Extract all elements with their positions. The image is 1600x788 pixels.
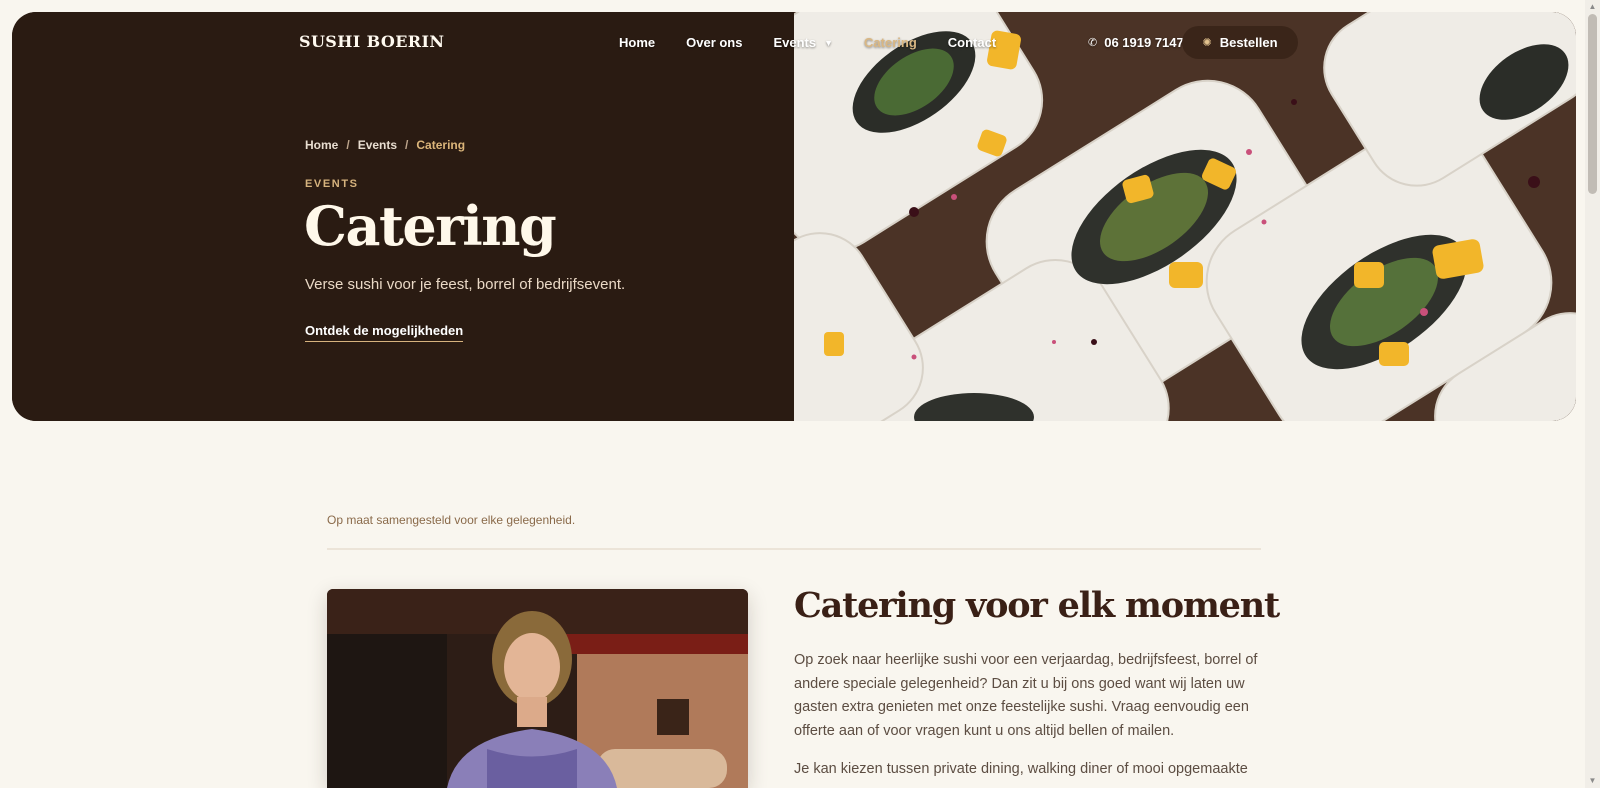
portrait-photo	[327, 589, 748, 788]
nav-contact-label: Contact	[947, 35, 997, 50]
section-title: Catering voor elk moment	[794, 585, 1280, 626]
scroll-down-arrow-icon[interactable]: ▼	[1585, 774, 1600, 788]
nav-events-label: Events	[773, 35, 817, 50]
nav-over-ons-label: Over ons	[686, 35, 743, 50]
sun-icon: ✺	[1202, 37, 1212, 49]
order-button[interactable]: ✺ Bestellen	[1182, 26, 1298, 59]
breadcrumb-separator: /	[346, 138, 350, 152]
hero-eyebrow: EVENTS	[305, 178, 359, 190]
order-button-label: Bestellen	[1219, 35, 1278, 50]
caret-down-icon: ▼	[824, 37, 834, 48]
breadcrumb-events[interactable]: Events	[358, 138, 397, 152]
hero-sushi-photo	[794, 12, 1576, 421]
phone-link[interactable]: ✆ 06 1919 7147	[1088, 35, 1184, 50]
nav-catering-label: Catering	[864, 35, 917, 50]
breadcrumb-separator: /	[405, 138, 409, 152]
nav-over-ons[interactable]: Over ons	[686, 35, 742, 50]
hero: SUSHI BOERIN Home Over ons Events ▼ Cate…	[12, 12, 1576, 421]
hero-title: Catering	[304, 194, 557, 258]
breadcrumb: Home / Events / Catering	[305, 138, 465, 152]
phone-number: 06 1919 7147	[1104, 35, 1184, 50]
hero-subtitle: Verse sushi voor je feest, borrel of bed…	[305, 276, 626, 293]
nav-events[interactable]: Events ▼	[773, 35, 833, 50]
scroll-up-arrow-icon[interactable]: ▲	[1585, 0, 1600, 14]
hero-cta-link[interactable]: Ontdek de mogelijkheden	[305, 323, 464, 342]
main-nav: Home Over ons Events ▼ Catering Contact	[619, 35, 1027, 50]
breadcrumb-current: Catering	[416, 138, 466, 152]
section-paragraph-1: Op zoek naar heerlijke sushi voor een ve…	[794, 652, 1258, 739]
phone-icon: ✆	[1088, 37, 1098, 49]
nav-home[interactable]: Home	[619, 35, 655, 50]
site-logo[interactable]: SUSHI BOERIN	[299, 32, 444, 51]
nav-home-label: Home	[619, 35, 656, 50]
page-scrollbar[interactable]: ▲ ▼	[1585, 0, 1600, 788]
section-paragraph-2: Je kan kiezen tussen private dining, wal…	[794, 761, 1248, 777]
divider	[327, 548, 1261, 550]
breadcrumb-home[interactable]: Home	[305, 138, 338, 152]
nav-contact[interactable]: Contact	[948, 35, 996, 50]
nav-catering[interactable]: Catering	[864, 35, 917, 50]
intro-note: Op maat samengesteld voor elke gelegenhe…	[327, 513, 576, 527]
scrollbar-thumb[interactable]	[1588, 14, 1597, 194]
